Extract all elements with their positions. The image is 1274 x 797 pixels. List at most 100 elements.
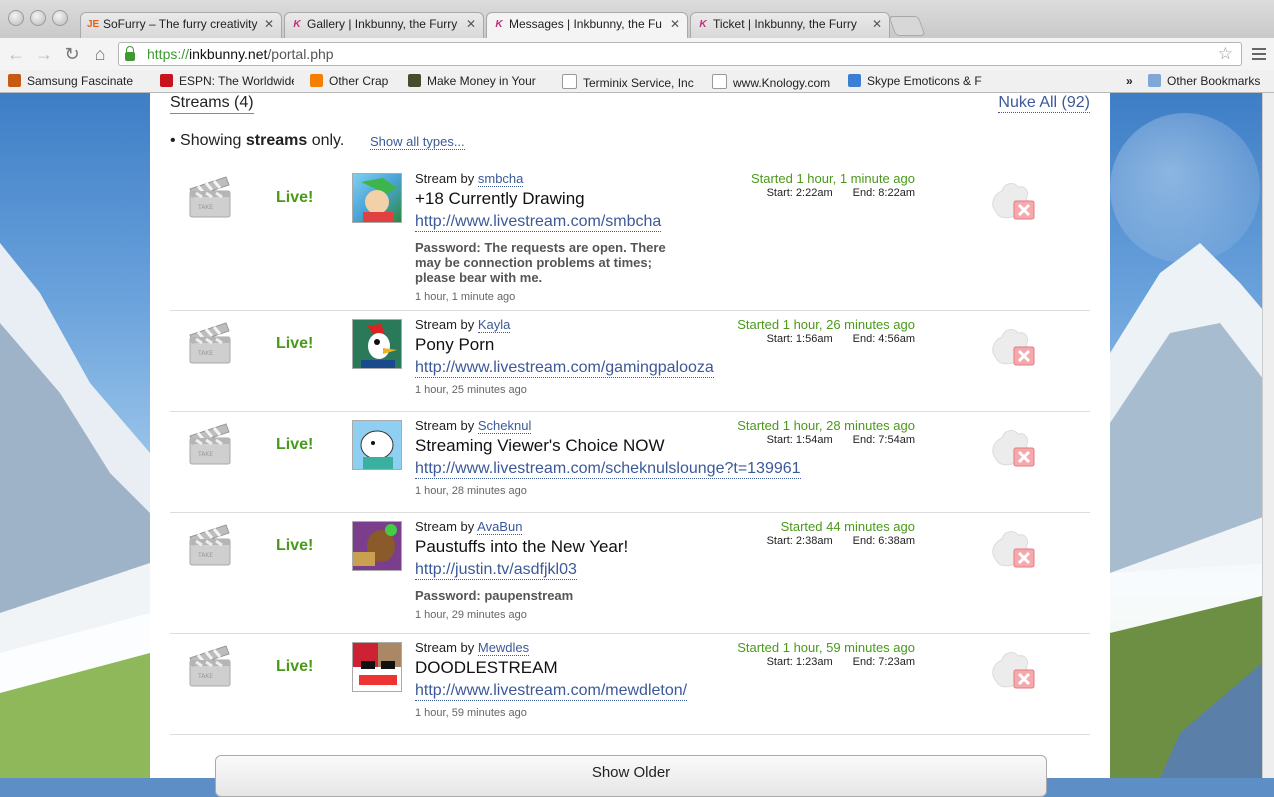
- delete-message-icon[interactable]: [988, 523, 1036, 569]
- stream-row: Live! Stream by Mewdles DOODLESTREAM htt…: [170, 634, 1090, 735]
- user-link[interactable]: Mewdles: [477, 640, 530, 656]
- show-older-button[interactable]: Show Older: [215, 755, 1047, 797]
- start-end-times: Start: 2:38am End: 6:38am: [766, 535, 915, 547]
- lock-icon: [125, 46, 135, 61]
- start-end-times: Start: 1:56am End: 4:56am: [766, 333, 915, 345]
- url-text: https://inkbunny.net/portal.php: [147, 46, 334, 62]
- other-bookmarks-folder[interactable]: Other Bookmarks: [1148, 74, 1260, 88]
- xda-icon: [8, 74, 21, 87]
- started-label: Started 1 hour, 26 minutes ago: [737, 317, 915, 332]
- stream-row: Live! Stream by smbcha +18 Currently Dra…: [170, 165, 1090, 311]
- page-icon: [562, 74, 577, 89]
- delete-message-icon[interactable]: [988, 422, 1036, 468]
- bookmark-make-money[interactable]: Make Money in Your: [408, 74, 542, 88]
- stream-row: Live! Stream by AvaBun Paustuffs into th…: [170, 513, 1090, 634]
- user-link[interactable]: Kayla: [477, 317, 511, 333]
- folder-icon: [1148, 74, 1161, 87]
- show-all-types-link[interactable]: Show all types...: [370, 134, 465, 150]
- new-tab-button[interactable]: [888, 16, 926, 36]
- stream-url-link[interactable]: http://www.livestream.com/scheknulsloung…: [415, 460, 801, 479]
- bookmark-other-crap[interactable]: Other Crap: [310, 74, 396, 88]
- lh-icon: [408, 74, 421, 87]
- delete-message-icon[interactable]: [988, 321, 1036, 367]
- zoom-window-button[interactable]: [52, 10, 68, 26]
- clapperboard-icon: [188, 175, 232, 219]
- stream-age: 1 hour, 25 minutes ago: [415, 384, 527, 396]
- clapperboard-icon: [188, 321, 232, 365]
- start-end-times: Start: 2:22am End: 8:22am: [766, 187, 915, 199]
- tab-sofurry[interactable]: JE SoFurry – The furry creativity ✕: [80, 12, 282, 38]
- live-label: Live!: [276, 189, 314, 206]
- clapperboard-icon: [188, 422, 232, 466]
- avatar[interactable]: [352, 420, 402, 470]
- bookmark-star-icon[interactable]: ☆: [1218, 44, 1233, 64]
- minimize-window-button[interactable]: [30, 10, 46, 26]
- stream-password: Password: The requests are open. There m…: [415, 240, 666, 285]
- stream-url-link[interactable]: http://www.livestream.com/smbcha: [415, 213, 662, 232]
- tab-messages[interactable]: K Messages | Inkbunny, the Fu ✕: [486, 12, 688, 39]
- user-link[interactable]: Scheknul: [477, 418, 532, 434]
- home-icon[interactable]: ⌂: [90, 44, 110, 65]
- tab-label: Gallery | Inkbunny, the Furry: [307, 17, 458, 31]
- started-label: Started 1 hour, 1 minute ago: [750, 171, 915, 186]
- nuke-all-link[interactable]: Nuke All (92): [998, 94, 1090, 113]
- close-tab-icon[interactable]: ✕: [872, 17, 882, 31]
- tab-strip: JE SoFurry – The furry creativity ✕ K Ga…: [0, 0, 1274, 39]
- wrench-menu-icon[interactable]: [1252, 45, 1266, 63]
- tab-gallery[interactable]: K Gallery | Inkbunny, the Furry ✕: [284, 12, 484, 38]
- avatar[interactable]: [352, 319, 402, 369]
- started-label: Started 1 hour, 59 minutes ago: [737, 640, 915, 655]
- tab-ticket[interactable]: K Ticket | Inkbunny, the Furry ✕: [690, 12, 890, 38]
- tab-label: Messages | Inkbunny, the Fu: [509, 17, 662, 31]
- back-arrow-icon[interactable]: ←: [6, 44, 26, 65]
- stream-password: Password: paupenstream: [415, 588, 574, 603]
- stream-age: 1 hour, 29 minutes ago: [415, 609, 527, 621]
- bookmark-samsung[interactable]: Samsung Fascinate: [8, 74, 142, 88]
- stream-url-link[interactable]: http://www.livestream.com/gamingpalooza: [415, 359, 714, 378]
- delete-message-icon[interactable]: [988, 644, 1036, 690]
- espn-icon: [160, 74, 173, 87]
- inkbunny-icon: K: [699, 19, 707, 30]
- stream-row: Live! Stream by Scheknul Streaming Viewe…: [170, 412, 1090, 513]
- live-label: Live!: [276, 537, 314, 554]
- stream-url-link[interactable]: http://www.livestream.com/mewdleton/: [415, 682, 688, 701]
- inkbunny-icon: K: [495, 19, 503, 30]
- stream-url-link[interactable]: http://justin.tv/asdfjkl03: [415, 561, 577, 580]
- bookmark-terminix[interactable]: Terminix Service, Inc: [562, 74, 696, 90]
- avatar[interactable]: [352, 642, 402, 692]
- live-label: Live!: [276, 335, 314, 352]
- browser-toolbar: ← → ↻ ⌂ https://inkbunny.net/portal.php …: [0, 38, 1274, 70]
- stream-age: 1 hour, 28 minutes ago: [415, 485, 527, 497]
- heart-icon: [848, 74, 861, 87]
- delete-message-icon[interactable]: [988, 175, 1036, 221]
- portal-panel: Streams (4) Nuke All (92) • Showing stre…: [150, 93, 1110, 797]
- page-scrollbar[interactable]: [1262, 93, 1274, 778]
- streams-heading: Streams (4): [170, 94, 254, 114]
- bookmark-espn[interactable]: ESPN: The Worldwide: [160, 74, 294, 88]
- bookmarks-overflow-button[interactable]: »: [1126, 74, 1133, 88]
- stream-age: 1 hour, 1 minute ago: [415, 291, 516, 303]
- clapperboard-icon: [188, 644, 232, 688]
- bookmarks-bar: Samsung Fascinate ESPN: The Worldwide Ot…: [0, 70, 1274, 93]
- page-icon: [712, 74, 727, 89]
- inkbunny-icon: K: [293, 19, 301, 30]
- avatar[interactable]: [352, 521, 402, 571]
- avatar[interactable]: [352, 173, 402, 223]
- stream-age: 1 hour, 59 minutes ago: [415, 707, 527, 719]
- close-tab-icon[interactable]: ✕: [670, 17, 680, 31]
- address-bar[interactable]: https://inkbunny.net/portal.php ☆: [118, 42, 1242, 66]
- user-link[interactable]: smbcha: [477, 171, 524, 187]
- forward-arrow-icon[interactable]: →: [34, 44, 54, 65]
- bookmark-knology[interactable]: www.Knology.com: [712, 74, 836, 90]
- started-label: Started 44 minutes ago: [780, 519, 915, 534]
- close-tab-icon[interactable]: ✕: [466, 17, 476, 31]
- blogger-icon: [310, 74, 323, 87]
- stream-row: Live! Stream by Kayla Pony Porn http://w…: [170, 311, 1090, 412]
- user-link[interactable]: AvaBun: [477, 519, 523, 535]
- live-label: Live!: [276, 658, 314, 675]
- close-tab-icon[interactable]: ✕: [264, 17, 274, 31]
- reload-icon[interactable]: ↻: [62, 44, 82, 65]
- close-window-button[interactable]: [8, 10, 24, 26]
- bookmark-skype[interactable]: Skype Emoticons & F: [848, 74, 982, 88]
- showing-filter-text: • Showing streams only.: [170, 132, 345, 149]
